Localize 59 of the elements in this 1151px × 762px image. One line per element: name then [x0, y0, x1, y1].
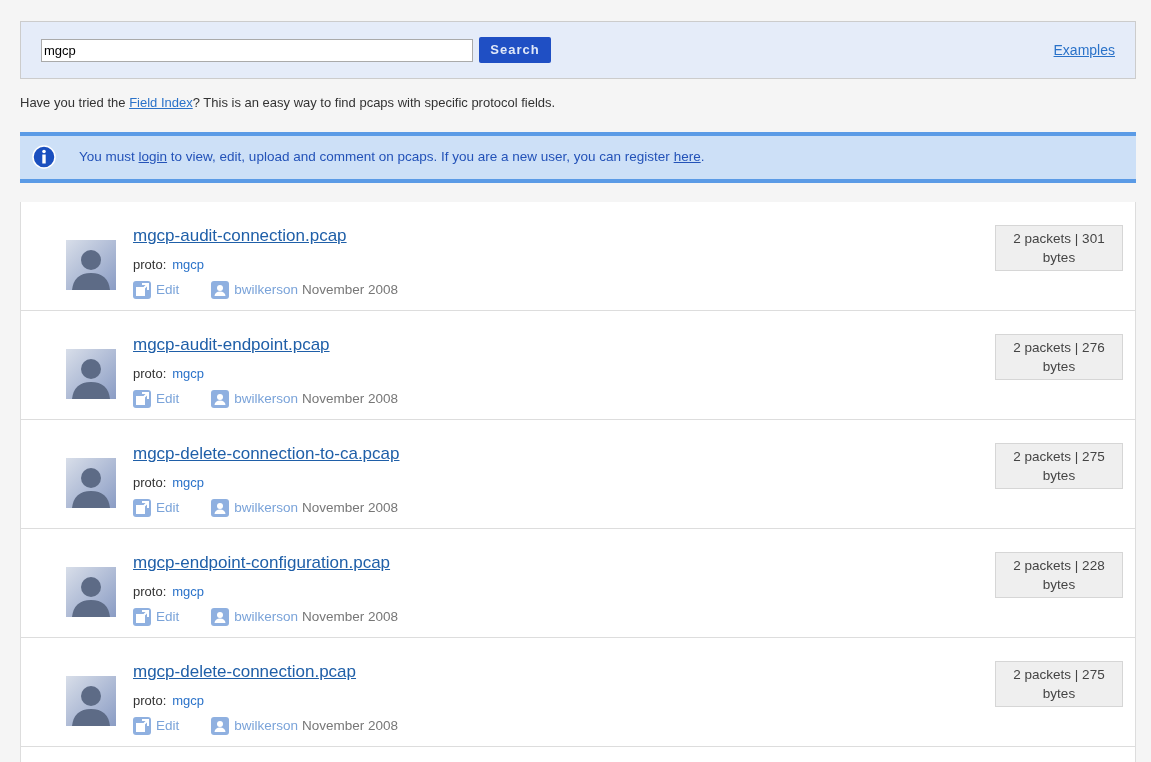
edit-icon	[133, 281, 151, 300]
avatar-icon	[66, 457, 116, 508]
upload-date: November 2008	[302, 717, 399, 735]
avatar-icon	[66, 348, 116, 399]
size-badge: 2 packets | 301 bytes	[995, 224, 1123, 271]
proto-label: proto:	[133, 582, 167, 601]
user-icon	[211, 608, 230, 627]
size-badge: 2 packets | 276 bytes	[995, 333, 1123, 380]
pcap-file-link[interactable]: mgcp-audit-connection.pcap	[133, 224, 399, 247]
proto-link[interactable]: mgcp	[172, 690, 205, 710]
size-badge: 2 packets | 275 bytes	[995, 442, 1123, 489]
info-icon	[32, 145, 56, 169]
avatar-icon	[66, 239, 116, 290]
upload-date: November 2008	[302, 390, 399, 408]
avatar-icon	[66, 675, 116, 726]
proto-link[interactable]: mgcp	[172, 254, 205, 274]
pcap-file-link[interactable]: mgcp-delete-connection.pcap	[133, 660, 399, 683]
user-link[interactable]: bwilkerson	[234, 280, 299, 301]
edit-link[interactable]: Edit	[156, 607, 180, 628]
user-icon	[211, 390, 230, 409]
search-button[interactable]: Search	[479, 37, 551, 63]
proto-label: proto:	[133, 364, 167, 383]
upload-date: November 2008	[302, 608, 399, 626]
user-icon	[211, 499, 230, 518]
edit-icon	[133, 717, 151, 736]
edit-link[interactable]: Edit	[156, 716, 180, 737]
proto-label: proto:	[133, 691, 167, 710]
proto-link[interactable]: mgcp	[172, 472, 205, 492]
proto-label: proto:	[133, 473, 167, 492]
edit-icon	[133, 499, 151, 518]
pcap-file-link[interactable]: mgcp-delete-connection-to-ca.pcap	[133, 442, 400, 465]
login-link[interactable]: login	[138, 148, 168, 164]
proto-link[interactable]: mgcp	[172, 581, 205, 601]
edit-link[interactable]: Edit	[156, 498, 180, 519]
user-link[interactable]: bwilkerson	[234, 389, 299, 410]
edit-icon	[133, 390, 151, 409]
search-field[interactable]: mgcp	[41, 38, 473, 62]
examples-link[interactable]: Examples	[1053, 39, 1115, 61]
upload-date: November 2008	[302, 281, 399, 299]
edit-icon	[133, 608, 151, 627]
user-link[interactable]: bwilkerson	[234, 498, 299, 519]
user-link[interactable]: bwilkerson	[234, 716, 299, 737]
user-link[interactable]: bwilkerson	[234, 607, 299, 628]
notice-text: You must login to view, edit, upload and comment on pcaps. If you are a new user, you can register here.	[79, 147, 705, 166]
edit-link[interactable]: Edit	[156, 389, 180, 410]
pcap-file-link[interactable]: mgcp-endpoint-configuration.pcap	[133, 551, 399, 574]
field-index-link[interactable]: Field Index	[129, 95, 193, 110]
size-badge: 2 packets | 275 bytes	[995, 660, 1123, 707]
pcap-file-link[interactable]: mgcp-audit-endpoint.pcap	[133, 333, 399, 356]
register-link[interactable]: here	[673, 148, 701, 164]
avatar-icon	[66, 566, 116, 617]
edit-link[interactable]: Edit	[156, 280, 180, 301]
field-index-hint: Have you tried the Field Index? This is an easy way to find pcaps with specific protocol fields.	[20, 94, 557, 112]
proto-link[interactable]: mgcp	[172, 363, 205, 383]
user-icon	[211, 717, 230, 736]
user-icon	[211, 281, 230, 300]
size-badge: 2 packets | 228 bytes	[995, 551, 1123, 598]
upload-date: November 2008	[302, 499, 399, 517]
proto-label: proto:	[133, 255, 167, 274]
